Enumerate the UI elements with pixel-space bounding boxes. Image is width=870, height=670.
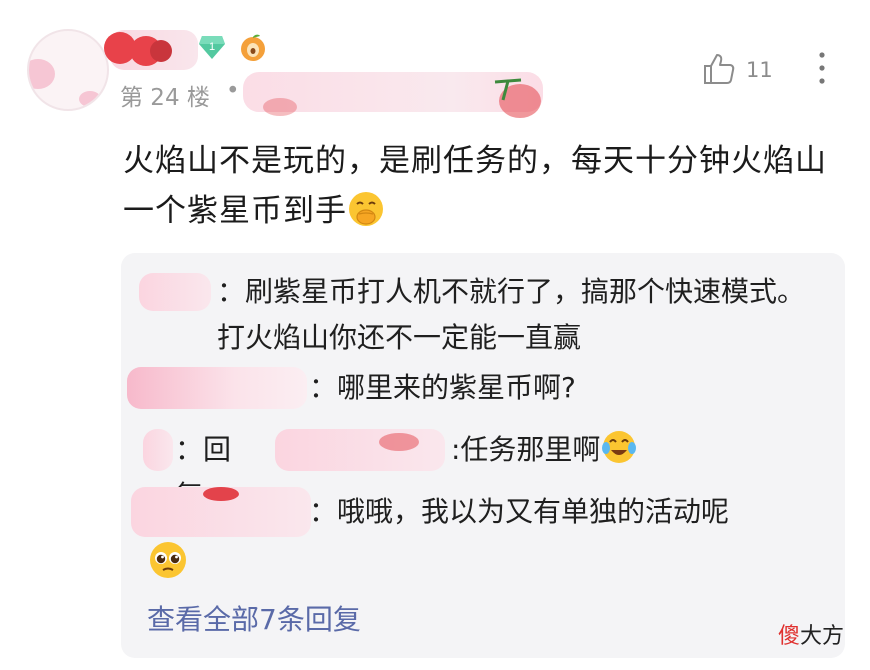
watermark-part1: 傻 [778, 624, 801, 649]
thumbs-up-icon[interactable] [702, 52, 736, 86]
view-all-replies-link[interactable]: 查看全部7条回复 [147, 598, 361, 638]
reply-item: :任务那里啊 [451, 427, 711, 473]
reply-prefix: ： [309, 371, 338, 404]
like-count: 11 [746, 58, 773, 82]
reply-username-redacted[interactable] [143, 429, 173, 471]
reply-prefix: ： [309, 495, 338, 528]
tears-of-joy-emoji-icon [602, 431, 637, 463]
reply-username-redacted[interactable] [131, 487, 311, 537]
reply-text: 刷紫星币打人机不就行了，搞那个快速模式。打火焰山你还不一定能一直赢 [217, 275, 806, 354]
avatar-decoration-cherry [150, 40, 172, 62]
reply-text: 哪里来的紫星币啊? [337, 371, 576, 404]
comment-content: 火焰山不是玩的，是刷任务的，每天十分钟火焰山一个紫星币到手 [123, 136, 853, 236]
reply-item: ：哪里来的紫星币啊? [309, 365, 809, 411]
reply-prefix: ： [217, 275, 246, 308]
covering-mouth-emoji-icon [349, 192, 383, 226]
fruit-badge-icon [241, 34, 265, 61]
pleading-face-emoji-icon [150, 542, 186, 578]
reply-text: 哦哦，我以为又有单独的活动呢 [337, 495, 730, 528]
watermark: 傻大方 [778, 618, 844, 650]
reply-target-redacted[interactable] [275, 429, 445, 471]
level-badge-icon: 1 [199, 36, 225, 59]
reply-item: ：哦哦，我以为又有单独的活动呢 [309, 489, 819, 535]
reply-prefix: ： [175, 433, 204, 466]
floor-number: 第 24 楼 [120, 85, 210, 111]
reply-username-redacted[interactable] [139, 273, 211, 311]
reply-username-redacted[interactable] [127, 367, 307, 409]
watermark-part2: 大方 [800, 624, 845, 649]
comment-text: 火焰山不是玩的，是刷任务的，每天十分钟火焰山一个紫星币到手 [123, 143, 827, 229]
timestamp-redacted [243, 72, 543, 118]
reply-text: :任务那里啊 [451, 433, 601, 466]
user-avatar[interactable] [27, 29, 109, 111]
svg-text:1: 1 [209, 41, 215, 53]
more-vertical-icon[interactable] [815, 50, 829, 86]
reply-item: ：刷紫星币打人机不就行了，搞那个快速模式。打火焰山你还不一定能一直赢 [217, 269, 817, 361]
meta-separator: • [226, 78, 240, 104]
